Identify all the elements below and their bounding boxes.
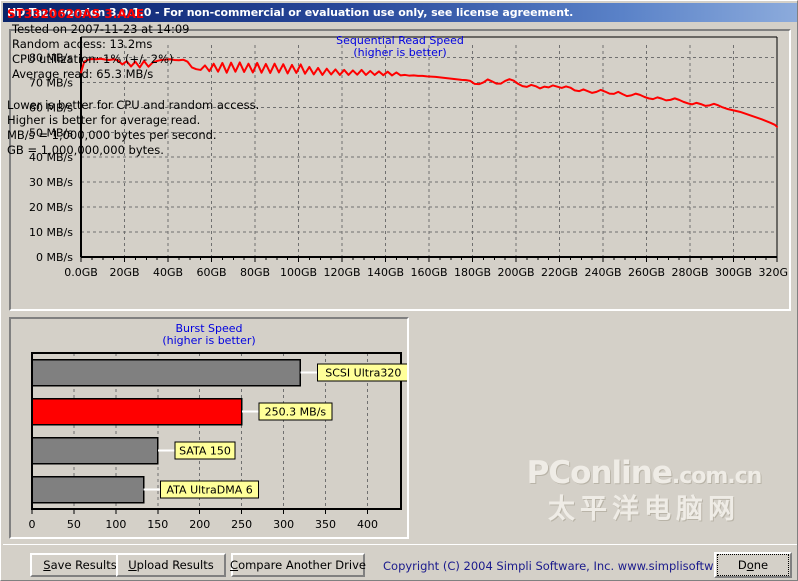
drive-model-label: ST3320620AS 3.AAE <box>7 7 145 21</box>
done-label: ne <box>753 558 769 572</box>
burst-callout-label: SATA 150 <box>179 445 231 458</box>
x-axis-tick-label: 300GB <box>715 266 752 279</box>
compare-label: ompare Another Drive <box>238 558 366 572</box>
burst-bar <box>31 397 243 426</box>
burst-x-axis-tick-label: 250 <box>231 518 252 531</box>
cpu-utilization-label: CPU utilization: 1% (+/- 2%) <box>12 52 174 66</box>
x-axis-tick-label: 60GB <box>196 266 226 279</box>
x-axis-tick-label: 100GB <box>280 266 317 279</box>
drive-stats-list: Tested on 2007-11-23 at 14:09 Random acc… <box>7 22 190 82</box>
burst-x-axis-tick-label: 0 <box>29 518 36 531</box>
hd-tach-window: HD Tach version 3.0.1.0 - For non-commer… <box>0 0 798 581</box>
burst-bar <box>31 436 159 465</box>
x-axis-tick-label: 200GB <box>497 266 534 279</box>
x-axis-tick-label: 0.0GB <box>64 266 98 279</box>
save-results-button[interactable]: Save Results <box>30 553 130 577</box>
tested-on-label: Tested on 2007-11-23 at 14:09 <box>12 22 190 36</box>
burst-callout-label: SCSI Ultra320 <box>325 367 401 380</box>
upload-results-button[interactable]: Upload Results <box>116 553 226 577</box>
burst-bar <box>31 475 145 504</box>
watermark-domain: .com.cn <box>671 464 762 489</box>
note-gb-definition: GB = 1,000,000,000 bytes. <box>7 143 164 157</box>
burst-x-axis-tick-label: 200 <box>189 518 210 531</box>
random-access-label: Random access: 13.2ms <box>12 37 153 51</box>
burst-x-axis-tick-label: 400 <box>357 518 378 531</box>
burst-x-axis-tick-label: 150 <box>147 518 168 531</box>
copyright-text: Copyright (C) 2004 Simpli Software, Inc.… <box>383 559 761 573</box>
compare-mnemonic: C <box>230 558 239 572</box>
x-axis-tick-label: 80GB <box>240 266 270 279</box>
y-axis-tick-label: 30 MB/s <box>29 176 73 189</box>
watermark-line2: 太平洋电脑网 <box>548 494 740 525</box>
average-read-label: Average read: 65.3 MB/s <box>12 67 154 81</box>
burst-callout-label: ATA UltraDMA 6 <box>167 484 253 497</box>
x-axis-tick-label: 140GB <box>367 266 404 279</box>
burst-chart-subtitle: (higher is better) <box>162 334 256 347</box>
burst-bar <box>31 358 302 387</box>
burst-x-axis-tick-label: 350 <box>315 518 336 531</box>
burst-speed-chart: 0 50 100 150 200 250 300 350 400 SCSI Ultra320 250… <box>29 352 407 531</box>
burst-callout-label: 250.3 MB/s <box>265 406 327 419</box>
x-axis-tick-label: 220GB <box>541 266 578 279</box>
x-axis-tick-label: 280GB <box>671 266 708 279</box>
note-cpu-random: Lower is better for CPU and random acces… <box>7 98 260 112</box>
x-axis-tick-label: 40GB <box>153 266 183 279</box>
x-axis-tick-label: 120GB <box>323 266 360 279</box>
bottom-button-bar: Save Results Upload Results Compare Anot… <box>3 544 797 580</box>
drive-notes-list: Lower is better for CPU and random acces… <box>7 98 259 158</box>
x-axis-tick-label: 320GB <box>758 266 789 279</box>
y-axis-tick-label: 10 MB/s <box>29 226 73 239</box>
y-axis-tick-label: 0 MB/s <box>36 251 73 264</box>
done-pre: D <box>737 558 747 572</box>
x-axis-tick-label: 260GB <box>628 266 665 279</box>
x-axis-tick-label: 20GB <box>109 266 139 279</box>
upload-mnemonic: U <box>128 558 137 572</box>
note-average-read: Higher is better for average read. <box>7 113 201 127</box>
save-mnemonic: S <box>43 558 51 572</box>
upload-label: pload Results <box>136 558 214 572</box>
done-focus-ring: Do ne <box>717 554 789 576</box>
x-axis-tick-label: 180GB <box>454 266 491 279</box>
burst-x-axis-tick-label: 50 <box>67 518 81 531</box>
pconline-watermark: PConline.com.cn 太平洋电脑网 <box>503 456 785 534</box>
done-mnemonic: o <box>746 558 754 572</box>
done-button[interactable]: Do ne <box>714 552 792 578</box>
note-mbs-definition: MB/s = 1,000,000 bytes per second. <box>7 128 217 142</box>
burst-x-axis-tick-label: 100 <box>105 518 126 531</box>
x-axis-tick-label: 240GB <box>584 266 621 279</box>
x-axis-tick-label: 160GB <box>410 266 447 279</box>
save-label: ave Results <box>50 558 117 572</box>
burst-x-axis-tick-label: 300 <box>273 518 294 531</box>
burst-speed-panel: Burst Speed (higher is better) 0 50 100 150… <box>9 317 409 539</box>
compare-another-drive-button[interactable]: Compare Another Drive <box>230 553 366 577</box>
watermark-brand: PConline <box>526 455 673 491</box>
watermark-line1: PConline.com.cn <box>503 456 785 494</box>
y-axis-tick-label: 20 MB/s <box>29 201 73 214</box>
